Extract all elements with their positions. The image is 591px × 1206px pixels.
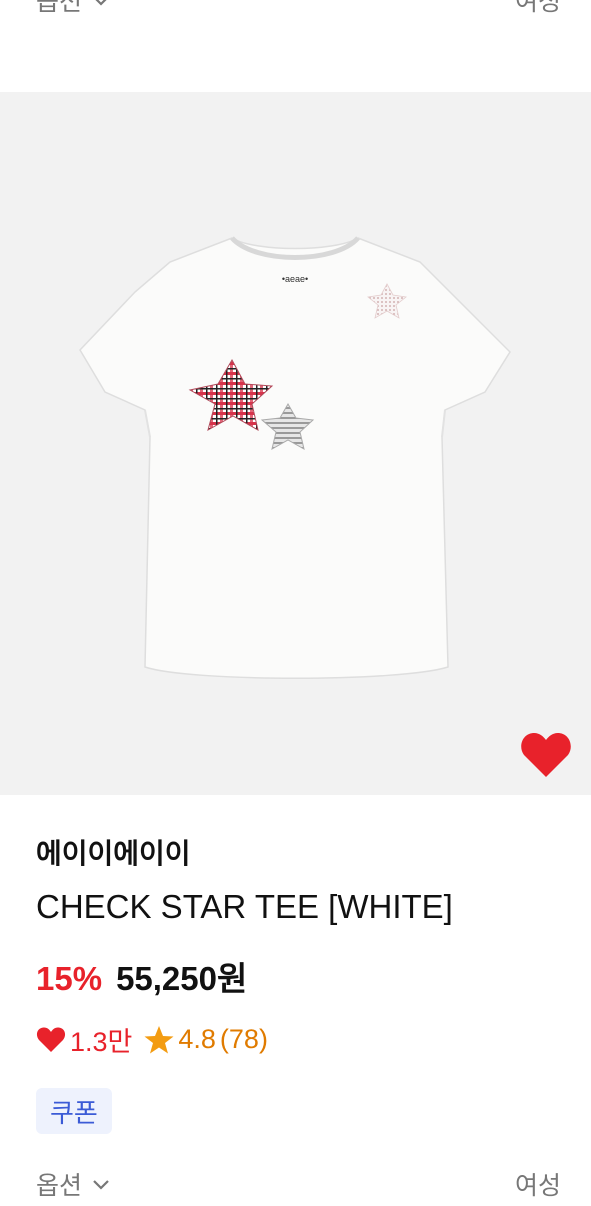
price-row: 15% 55,250원 [36,952,247,1000]
sale-price: 55,250원 [116,960,248,997]
option-label-top: 옵션 [36,0,83,16]
rating-value: 4.8 [178,1024,216,1054]
chevron-down-icon [95,0,107,6]
option-dropdown[interactable]: 옵션 [36,1166,112,1202]
heart-icon [36,1026,66,1052]
product-title[interactable]: CHECK STAR TEE [WHITE] [36,888,453,926]
item-meta-row: 옵션 여성 [0,1166,591,1206]
coupon-badge: 쿠폰 [36,1088,112,1134]
discount-rate: 15% [36,960,103,997]
previous-item-meta-row: 옵션 여성 [0,0,591,22]
review-count: (78) [219,1024,268,1054]
like-count: 1.3만 [70,1027,133,1057]
star-icon [144,1025,174,1053]
gender-label: 여성 [514,1172,561,1200]
option-label: 옵션 [36,1172,83,1200]
option-dropdown-top[interactable]: 옵션 [36,0,112,18]
product-photo-tee: •aeae• [79,236,511,679]
chevron-down-icon [93,1180,109,1190]
tee-logo: •aeae• [282,274,308,284]
wishlist-heart-icon[interactable] [520,731,572,779]
product-image[interactable]: •aeae• [0,92,591,795]
brand-name[interactable]: 에이이에이이 [36,832,191,872]
stats-row: 1.3만 4.8 (78) [36,1020,268,1059]
gender-label-top: 여성 [514,0,561,16]
